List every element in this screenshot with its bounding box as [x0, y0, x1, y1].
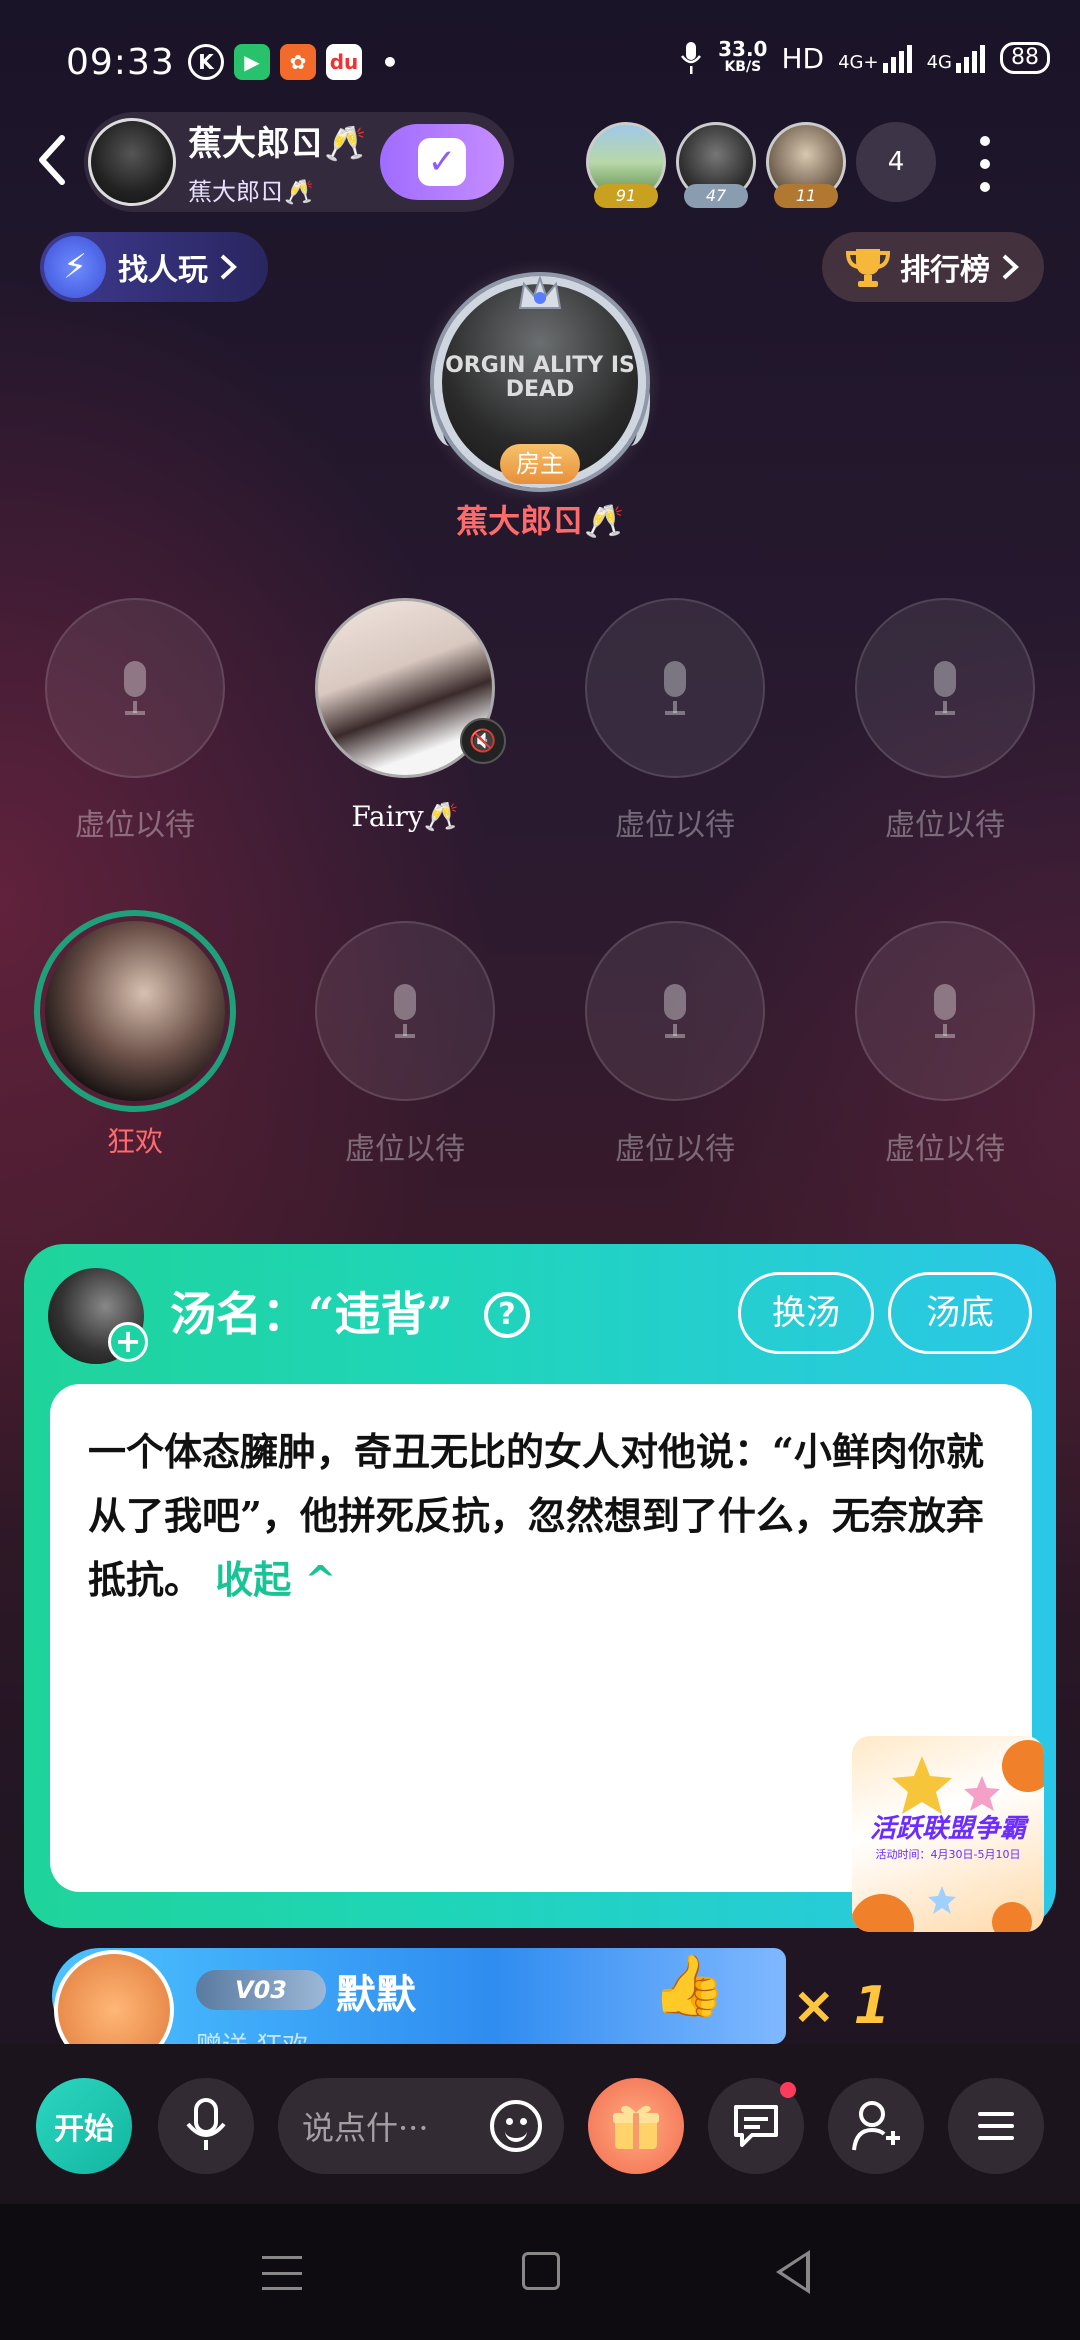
more-options-icon[interactable] — [978, 136, 992, 192]
muted-mic-icon: 🔇 — [460, 718, 506, 764]
seat-label-4: 虚位以待 — [885, 808, 1005, 843]
net-speed: 33.0 KB/S — [718, 37, 768, 76]
net-speed-value: 33.0 — [718, 37, 768, 61]
add-user-icon — [852, 2101, 900, 2151]
status-right: 33.0 KB/S HD 4G+ 4G 88 — [678, 37, 1050, 76]
gift-sender-name: 默默 — [336, 1971, 416, 2018]
gift-count: × 1 — [792, 1976, 890, 2036]
empty-seat-4[interactable] — [855, 598, 1035, 778]
chevron-right-icon — [220, 254, 237, 280]
thumbs-up-gift-icon: 👍 — [651, 1951, 727, 2021]
leaderboard-label: 排行榜 — [900, 253, 990, 288]
seat-label-6: 虚位以待 — [345, 1132, 465, 1167]
vip-badge: V03 — [196, 1970, 326, 2010]
signal-4g-plus-label: 4G+ — [838, 52, 879, 73]
audience-badge-1: 91 — [594, 184, 658, 208]
promo-subtitle: 活动时间：4月30日-5月10日 — [875, 1848, 1021, 1861]
room-avatar[interactable] — [88, 118, 176, 206]
battery-icon: 88 — [1000, 42, 1050, 74]
help-icon[interactable]: ? — [484, 1292, 530, 1338]
seat-label-8: 虚位以待 — [885, 1132, 1005, 1167]
back-icon-inner — [782, 2256, 806, 2288]
room-name: 蕉大郎ㄖ🥂 — [188, 124, 367, 164]
empty-seat-1[interactable] — [45, 598, 225, 778]
empty-seat-7[interactable] — [585, 921, 765, 1101]
menu-button[interactable] — [948, 2078, 1044, 2174]
mic-icon — [928, 661, 962, 715]
microphone-icon — [186, 2098, 226, 2150]
hd-indicator: HD — [781, 41, 825, 75]
soup-answer-button[interactable]: 汤底 — [888, 1272, 1032, 1354]
du-app-icon: du — [326, 44, 362, 80]
unread-dot — [780, 2082, 796, 2098]
seat-name-kuanghuan: 狂欢 — [106, 1125, 163, 1158]
video-app-icon: ▶ — [234, 44, 270, 80]
change-soup-button[interactable]: 换汤 — [738, 1272, 874, 1354]
signal-4g-label: 4G — [926, 52, 952, 73]
seat-label-3: 虚位以待 — [615, 808, 735, 843]
shop-app-icon: ✿ — [280, 44, 316, 80]
gift-button[interactable] — [588, 2078, 684, 2174]
message-icon — [734, 2105, 778, 2147]
chat-placeholder: 说点什··· — [302, 2109, 429, 2147]
gift-box-icon — [613, 2105, 659, 2149]
home-icon[interactable] — [522, 2252, 560, 2290]
emoji-icon[interactable] — [490, 2100, 542, 2152]
audience-count[interactable]: 4 — [856, 122, 936, 202]
back-arrow-icon[interactable] — [28, 130, 78, 190]
chevron-right-icon — [1002, 254, 1019, 280]
seat-label-1: 虚位以待 — [75, 808, 195, 843]
find-players-label: 找人玩 — [118, 253, 208, 288]
mic-icon — [118, 661, 152, 715]
empty-seat-3[interactable] — [585, 598, 765, 778]
recent-apps-icon[interactable] — [262, 2256, 302, 2290]
lightning-icon: ⚡ — [44, 236, 106, 298]
signal-4g: 4G — [927, 43, 986, 73]
seat-name-fairy: Fairy🥂 — [351, 800, 459, 833]
chat-input[interactable]: 说点什··· — [278, 2078, 564, 2174]
mic-icon — [658, 661, 692, 715]
promo-title: 活跃联盟争霸 — [869, 1814, 1026, 1844]
signal-bars-icon — [882, 45, 912, 73]
empty-seat-6[interactable] — [315, 921, 495, 1101]
net-speed-unit: KB/S — [724, 59, 762, 75]
host-badge: 房主 — [500, 444, 580, 484]
collapse-link[interactable]: 收起 ^ — [215, 1557, 336, 1602]
notification-dot-icon: • — [381, 45, 399, 79]
audience-badge-2: 47 — [684, 184, 748, 208]
follow-button[interactable]: ✓ — [380, 124, 504, 200]
find-players-button[interactable]: ⚡ 找人玩 — [40, 232, 268, 302]
signal-bars-icon — [956, 45, 985, 73]
soup-body-text: 一个体态臃肿，奇丑无比的女人对他说：“小鲜肉你就从了我吧”，他拼死反抗，忽然想到… — [88, 1420, 988, 1612]
seat-label-7: 虚位以待 — [615, 1132, 735, 1167]
leaderboard-button[interactable]: 排行榜 — [822, 232, 1044, 302]
crown-icon — [518, 274, 562, 309]
seat-kuanghuan-avatar[interactable] — [45, 921, 225, 1101]
check-icon: ✓ — [418, 138, 466, 186]
menu-icon — [978, 2112, 1014, 2140]
host-name: 蕉大郎ㄖ🥂 — [456, 502, 624, 540]
room-sub: 蕉大郎ㄖ🥂 — [188, 178, 314, 206]
event-promo-banner[interactable]: 活跃联盟争霸 活动时间：4月30日-5月10日 — [852, 1736, 1044, 1932]
signal-4g-plus: 4G+ — [838, 43, 912, 73]
k-app-icon: K — [188, 44, 224, 80]
start-button[interactable]: 开始 — [36, 2078, 132, 2174]
mic-status-icon — [681, 42, 702, 74]
mic-icon — [928, 984, 962, 1038]
host-photo-text: ORGIN ALITY IS DEAD — [445, 353, 635, 402]
audience-badge-3: 11 — [774, 184, 838, 208]
status-app-icons: K ▶ ✿ du • — [188, 44, 408, 80]
add-friend-button[interactable] — [828, 2078, 924, 2174]
mic-toggle-button[interactable] — [158, 2078, 254, 2174]
status-time: 09:33 — [66, 42, 175, 83]
add-icon[interactable]: + — [108, 1322, 148, 1362]
trophy-icon — [845, 249, 891, 287]
mic-icon — [388, 984, 422, 1038]
empty-seat-8[interactable] — [855, 921, 1035, 1101]
soup-title: 汤名：“违背” — [170, 1287, 453, 1341]
mic-icon — [658, 984, 692, 1038]
